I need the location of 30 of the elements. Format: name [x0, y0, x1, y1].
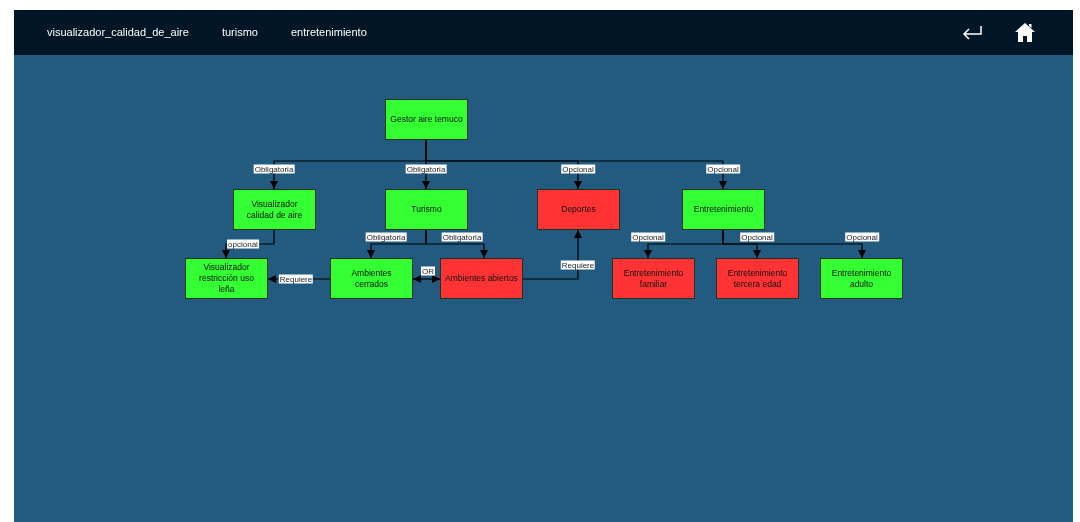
edge-label: Obligatoria [405, 164, 447, 174]
edge-label: Requiere [560, 260, 596, 270]
edge-label: Opcional [561, 164, 595, 174]
feature-node: Turismo [385, 189, 468, 230]
feature-node: Entretenimiento familiar [612, 258, 695, 299]
edge-label: Obligatoria [441, 232, 483, 242]
feature-node: Entretenimiento adulto [820, 258, 903, 299]
edge-label: opcional [227, 239, 259, 249]
edge-label: Obligatoria [253, 164, 295, 174]
edge-label: Obligatoria [365, 232, 407, 242]
feature-node: Gestor aire temuco [385, 99, 468, 140]
edge-label: Opcional [631, 232, 665, 242]
edge-label: Requiere [278, 274, 314, 284]
feature-node: Deportes [537, 189, 620, 230]
edge-label: Opcional [706, 164, 740, 174]
feature-node: Entretenimiento tercera edad [716, 258, 799, 299]
connector [412, 275, 441, 283]
edge-label: Opcional [740, 232, 774, 242]
feature-node: Ambientes abiertos [440, 258, 523, 299]
edge-label: Opcional [845, 232, 879, 242]
feature-node: Visualizador calidad de aire [233, 189, 316, 230]
feature-node: Visualizador restricción uso leña [185, 258, 268, 299]
edge-label: OR [421, 266, 435, 276]
home-icon[interactable] [1015, 22, 1035, 43]
feature-node: Entretenimiento [682, 189, 765, 230]
connector [425, 229, 488, 259]
nav-link[interactable]: turismo [221, 24, 258, 41]
feature-node: Ambientes cerrados [330, 258, 413, 299]
nav-link[interactable]: visualizador_calidad_de_aire [47, 24, 189, 41]
nav-link[interactable]: entretenimiento [290, 24, 367, 41]
